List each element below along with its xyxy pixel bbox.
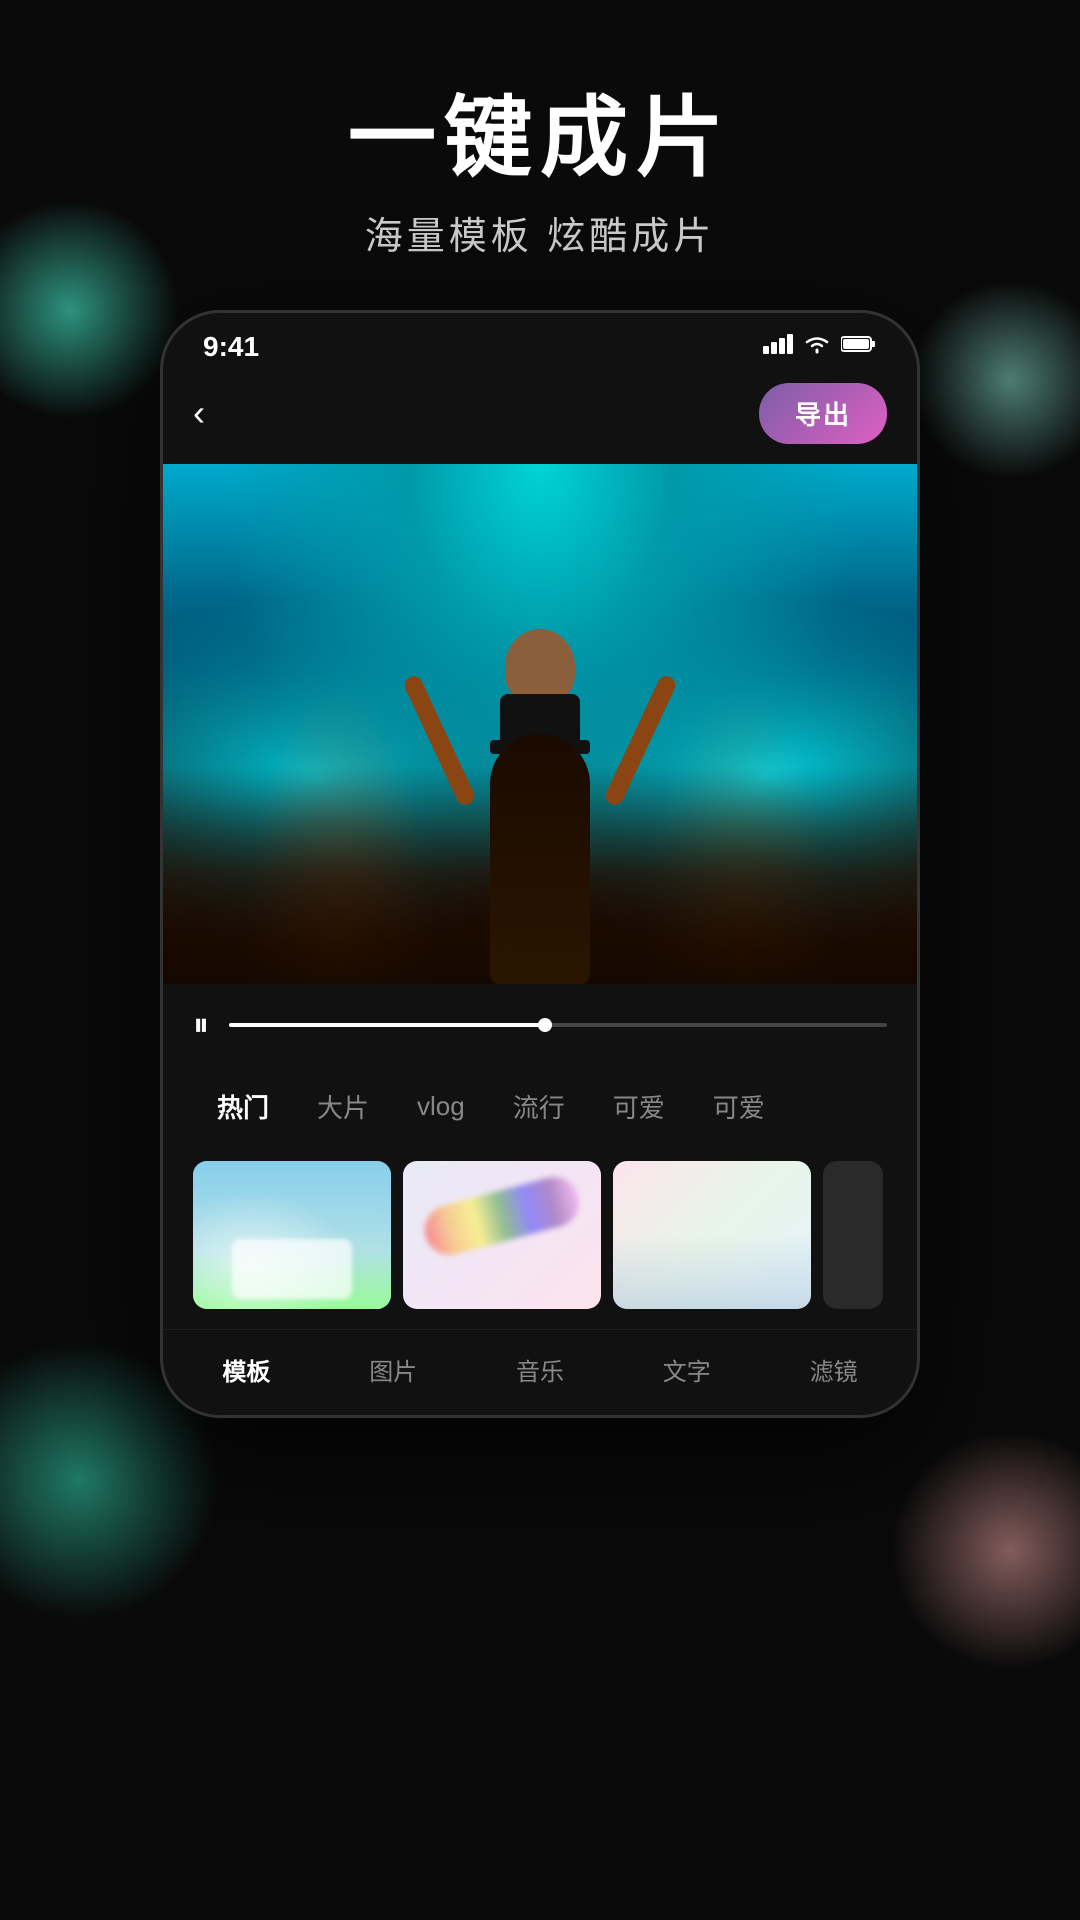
person-head <box>505 629 575 704</box>
tab-cute2[interactable]: 可爱 <box>689 1080 789 1133</box>
wifi-icon <box>803 334 831 359</box>
nav-filter[interactable]: 滤镜 <box>790 1346 878 1393</box>
phone-wrapper: 9:41 <box>0 310 1080 1418</box>
person-figure <box>450 604 630 984</box>
template-thumb-1[interactable] <box>193 1161 391 1309</box>
category-tabs: 热门 大片 vlog 流行 可爱 可爱 <box>163 1066 917 1151</box>
nav-template[interactable]: 模板 <box>202 1346 290 1393</box>
thumb-1-overlay <box>232 1239 352 1299</box>
phone-frame: 9:41 <box>160 310 920 1418</box>
bottom-nav: 模板 图片 音乐 文字 滤镜 <box>163 1329 917 1415</box>
template-thumb-partial <box>823 1161 883 1309</box>
status-icons <box>763 334 877 360</box>
progress-thumb <box>538 1018 552 1032</box>
thumbnails-row <box>163 1151 917 1329</box>
nav-photo[interactable]: 图片 <box>349 1346 437 1393</box>
nav-text[interactable]: 文字 <box>643 1346 731 1393</box>
tab-film[interactable]: 大片 <box>293 1080 393 1133</box>
signal-icon <box>763 334 793 360</box>
progress-fill <box>229 1023 545 1027</box>
progress-track[interactable] <box>229 1023 887 1027</box>
promo-subtitle: 海量模板 炫酷成片 <box>0 205 1080 260</box>
tab-vlog[interactable]: vlog <box>393 1083 489 1130</box>
template-thumb-2[interactable] <box>403 1161 601 1309</box>
promo-title: 一键成片 <box>0 90 1080 187</box>
nav-music[interactable]: 音乐 <box>496 1346 584 1393</box>
template-thumb-3[interactable] <box>613 1161 811 1309</box>
back-button[interactable]: ‹ <box>193 392 205 434</box>
tab-cute1[interactable]: 可爱 <box>589 1080 689 1133</box>
promo-section: 一键成片 海量模板 炫酷成片 <box>0 0 1080 310</box>
thumb-3-horizon <box>613 1235 811 1309</box>
battery-icon <box>841 334 877 359</box>
tab-hot[interactable]: 热门 <box>193 1080 293 1133</box>
export-button[interactable]: 导出 <box>759 383 887 444</box>
video-area <box>163 464 917 984</box>
pause-button[interactable]: ⏸ <box>193 1006 209 1044</box>
bg-decoration-br <box>890 1430 1080 1670</box>
playback-bar: ⏸ <box>163 984 917 1066</box>
status-bar: 9:41 <box>163 313 917 373</box>
tab-popular[interactable]: 流行 <box>489 1080 589 1133</box>
status-time: 9:41 <box>203 331 259 363</box>
thumb-2-rainbow <box>419 1171 585 1260</box>
person-body <box>490 734 590 984</box>
nav-bar: ‹ 导出 <box>163 373 917 464</box>
